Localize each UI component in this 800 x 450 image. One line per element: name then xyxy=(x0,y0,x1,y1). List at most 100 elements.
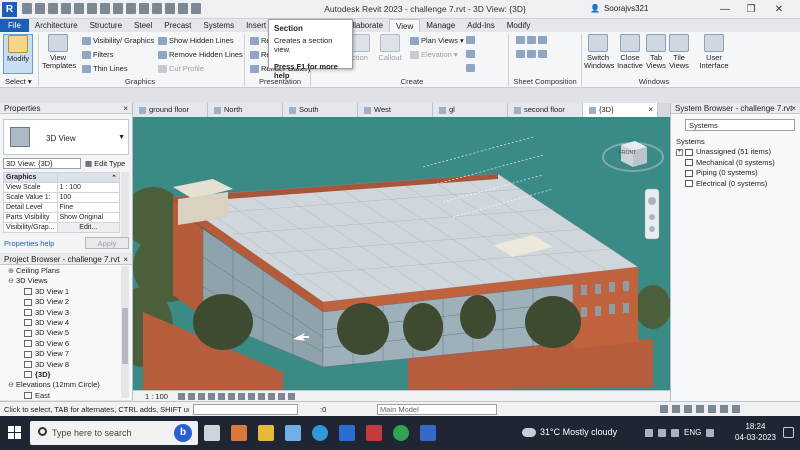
sheet-button[interactable] xyxy=(516,36,547,44)
taskbar-search[interactable]: Type here to search b xyxy=(30,421,198,445)
user-interface-button[interactable]: User Interface xyxy=(698,34,730,70)
print-icon[interactable] xyxy=(87,3,97,14)
tab-views-button[interactable]: Tab Views xyxy=(645,34,667,70)
crop-view-icon[interactable] xyxy=(228,393,235,400)
tree-item[interactable]: 3D View 1 xyxy=(0,287,120,297)
close-hidden-icon[interactable] xyxy=(178,3,188,14)
tree-item[interactable]: 3D View 2 xyxy=(0,297,120,307)
system-item[interactable]: Piping (0 systems) xyxy=(676,168,775,179)
system-browser-dropdown[interactable]: Systems xyxy=(685,119,795,131)
tree-item[interactable]: 3D View 5 xyxy=(0,328,120,338)
scrollbar-thumb[interactable] xyxy=(122,308,128,364)
cut-profile-button[interactable]: Cut Profile xyxy=(158,64,204,73)
close-button[interactable]: ✕ xyxy=(768,0,790,19)
chevron-up-icon[interactable] xyxy=(645,428,653,437)
volume-icon[interactable] xyxy=(671,428,679,437)
properties-scrollbar[interactable] xyxy=(121,172,129,242)
systems-column-header[interactable]: Systems xyxy=(676,137,705,146)
apply-button[interactable]: Apply xyxy=(85,237,129,249)
modify-button[interactable]: Modify xyxy=(3,34,33,74)
duplicate-view-button[interactable] xyxy=(466,50,475,58)
design-option-selector[interactable]: Main Model xyxy=(377,404,497,415)
open-icon[interactable] xyxy=(22,3,32,14)
properties-close-icon[interactable]: × xyxy=(123,103,128,114)
ribbon-tab-view[interactable]: View xyxy=(389,19,421,32)
show-hidden-lines-button[interactable]: Show Hidden Lines xyxy=(158,36,234,45)
property-value[interactable]: Fine xyxy=(56,202,120,213)
measure-icon[interactable] xyxy=(100,3,110,14)
sun-path-icon[interactable] xyxy=(198,393,205,400)
user-menu[interactable]: 👤 Soorajvs321 xyxy=(590,4,648,13)
select-dropdown[interactable]: Select ▾ xyxy=(5,77,32,86)
visibility-graphics-button[interactable]: Visibility/ Graphics xyxy=(82,36,154,45)
3d-view-icon[interactable] xyxy=(139,3,149,14)
save-icon[interactable] xyxy=(35,3,45,14)
revit-taskbar-icon[interactable] xyxy=(366,425,382,441)
properties-help-link[interactable]: Properties help xyxy=(4,239,54,248)
select-underlay-icon[interactable] xyxy=(672,405,680,413)
view-tab[interactable]: gl xyxy=(433,103,508,117)
plan-views-button[interactable]: Plan Views ▾ xyxy=(410,36,464,45)
edit-type-button[interactable]: ▦ Edit Type xyxy=(85,158,125,169)
show-crop-icon[interactable] xyxy=(238,393,245,400)
ribbon-tab-systems[interactable]: Systems xyxy=(197,19,240,32)
drafting-view-button[interactable] xyxy=(466,36,475,44)
windows-start-icon[interactable] xyxy=(8,426,22,440)
edge-icon[interactable] xyxy=(312,425,328,441)
dimension-icon[interactable] xyxy=(113,3,123,14)
tree-item[interactable]: 3D View 6 xyxy=(0,339,120,349)
3d-viewport[interactable]: FRONT xyxy=(133,117,670,390)
render-dialog-icon[interactable] xyxy=(218,393,225,400)
restore-button[interactable]: ❐ xyxy=(740,0,762,19)
placeholder-button[interactable] xyxy=(516,50,547,58)
task-view-icon[interactable] xyxy=(204,425,220,441)
close-inactive-button[interactable]: Close Inactive xyxy=(616,34,644,70)
expand-icon[interactable]: + xyxy=(676,148,683,156)
remove-hidden-lines-button[interactable]: Remove Hidden Lines xyxy=(158,50,243,59)
text-icon[interactable] xyxy=(126,3,136,14)
property-value[interactable]: 1 : 100 xyxy=(56,182,120,193)
tree-item[interactable]: ⊕ Ceiling Plans xyxy=(0,266,120,276)
language-indicator[interactable]: ENG xyxy=(684,428,701,437)
visual-style-icon[interactable] xyxy=(188,393,195,400)
system-item[interactable]: + Unassigned (51 items) xyxy=(676,147,775,158)
lock-view-icon[interactable] xyxy=(248,393,255,400)
type-selector[interactable]: 3D View ▼ xyxy=(3,119,129,155)
word-icon[interactable] xyxy=(420,425,436,441)
tile-views-button[interactable]: Tile Views xyxy=(668,34,690,70)
temporary-hide-icon[interactable] xyxy=(258,393,265,400)
collapse-icon[interactable]: ⌃ xyxy=(56,172,120,183)
viewcube[interactable] xyxy=(602,141,664,172)
thin-lines-button[interactable]: Thin Lines xyxy=(82,64,128,73)
view-tab[interactable]: ground floor xyxy=(133,103,208,117)
property-value[interactable]: 100 xyxy=(56,192,120,203)
view-tab[interactable]: {3D} xyxy=(583,103,658,117)
bing-icon[interactable]: b xyxy=(174,424,192,442)
shadows-icon[interactable] xyxy=(208,393,215,400)
view-scale[interactable]: 1 : 100 xyxy=(145,392,168,401)
view-tab[interactable]: West xyxy=(358,103,433,117)
callout-button[interactable]: Callout xyxy=(376,34,404,62)
tree-item[interactable]: 3D View 8 xyxy=(0,360,120,370)
switch-windows-button[interactable]: Switch Windows xyxy=(584,34,614,70)
file-explorer-icon[interactable] xyxy=(258,425,274,441)
reveal-hidden-icon[interactable] xyxy=(268,393,275,400)
select-pinned-icon[interactable] xyxy=(684,405,692,413)
worksharing-icon[interactable] xyxy=(278,393,285,400)
wifi-icon[interactable] xyxy=(658,428,666,437)
property-group-header[interactable]: Graphics ⌃ xyxy=(3,172,120,183)
tree-item[interactable]: 3D View 3 xyxy=(0,308,120,318)
tree-item[interactable]: 3D View 4 xyxy=(0,318,120,328)
ribbon-tab-precast[interactable]: Precast xyxy=(158,19,197,32)
ribbon-tab-modify[interactable]: Modify xyxy=(501,19,537,32)
project-browser-scrollbar[interactable] xyxy=(121,266,129,398)
view-tab[interactable]: North xyxy=(208,103,283,117)
section-icon[interactable] xyxy=(152,3,162,14)
weather-widget[interactable]: 31°C Mostly cloudy xyxy=(522,427,617,437)
select-by-face-icon[interactable] xyxy=(696,405,704,413)
system-item[interactable]: Mechanical (0 systems) xyxy=(676,158,775,169)
tree-item[interactable]: {3D} xyxy=(0,370,120,380)
project-browser-close-icon[interactable]: × xyxy=(123,254,128,265)
system-browser-close-icon[interactable]: × xyxy=(791,103,796,114)
clock[interactable]: 18:24 04-03-2023 xyxy=(735,421,776,443)
